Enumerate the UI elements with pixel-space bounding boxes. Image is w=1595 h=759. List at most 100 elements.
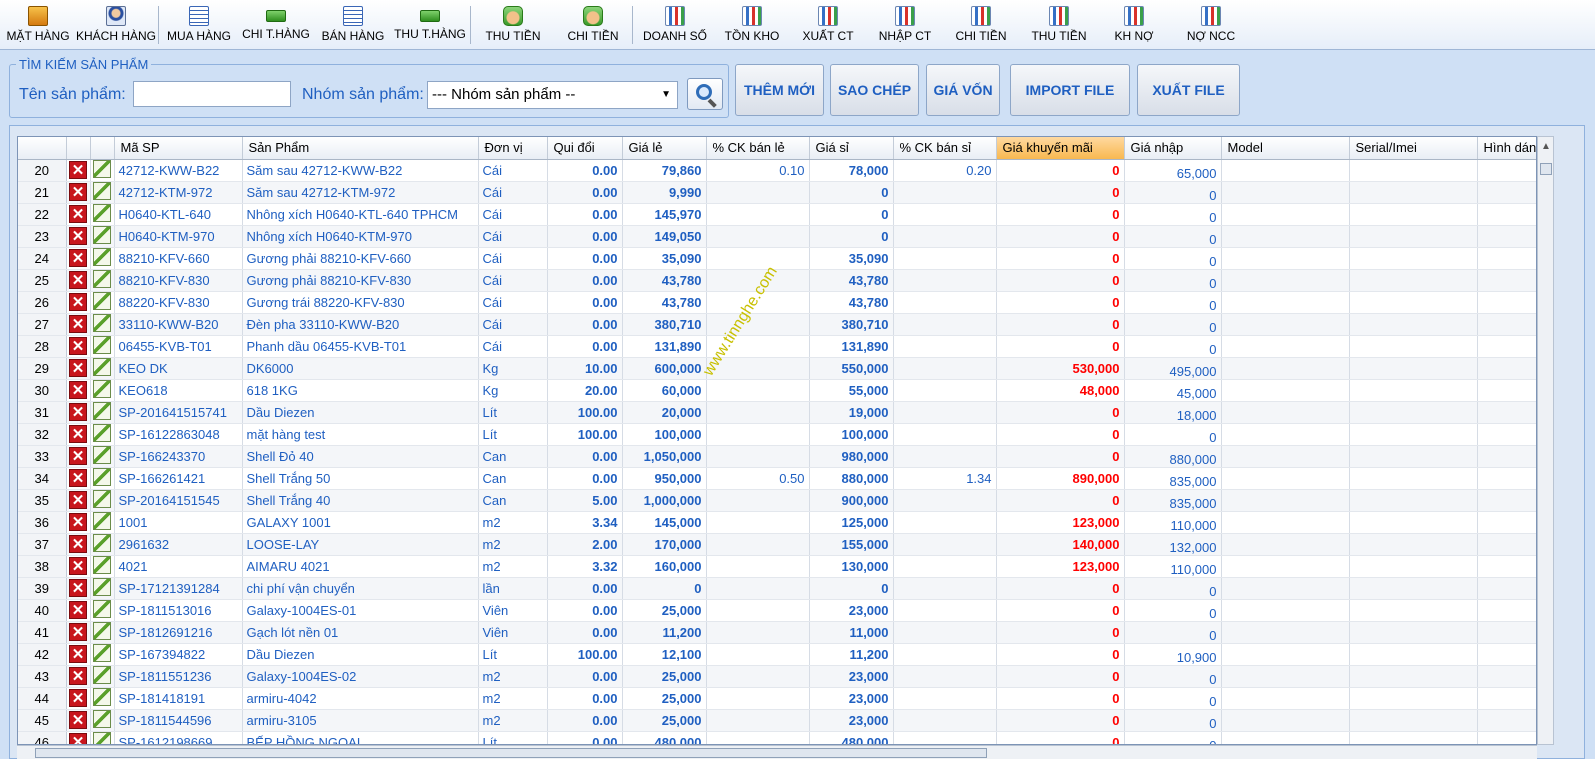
cell-code[interactable]: SP-1811513016 [114, 599, 243, 622]
toolbar-button-4[interactable]: CHI T.HÀNG [236, 4, 316, 46]
cell-conversion[interactable]: 0.00 [547, 621, 623, 644]
delete-icon[interactable]: ✕ [69, 645, 87, 663]
cell-model[interactable] [1221, 599, 1350, 622]
cell-retail-price[interactable]: 25,000 [622, 665, 707, 688]
row-number[interactable]: 39 [18, 577, 67, 600]
cell-name[interactable]: chi phí vận chuyển [242, 577, 479, 600]
select-all-corner[interactable] [18, 137, 67, 160]
cell-conversion[interactable]: 0.00 [547, 159, 623, 182]
cell-code[interactable]: H0640-KTM-970 [114, 225, 243, 248]
cell-conversion[interactable]: 0.00 [547, 577, 623, 600]
cell-retail-discount[interactable] [706, 269, 810, 292]
cell-wholesale-price[interactable]: 980,000 [809, 445, 894, 468]
cell-wholesale-price[interactable]: 23,000 [809, 599, 894, 622]
cell-serial[interactable] [1349, 665, 1478, 688]
edit-icon[interactable] [93, 313, 111, 332]
cell-retail-price[interactable]: 35,090 [622, 247, 707, 270]
row-number[interactable]: 23 [18, 225, 67, 248]
delete-icon[interactable]: ✕ [69, 513, 87, 531]
cell-wholesale-price[interactable]: 130,000 [809, 555, 894, 578]
cell-name[interactable]: Gương phải 88210-KFV-830 [242, 269, 479, 292]
cell-image[interactable] [1477, 181, 1536, 204]
cell-serial[interactable] [1349, 731, 1478, 744]
cell-promo-price[interactable]: 140,000 [996, 533, 1125, 556]
cell-image[interactable] [1477, 467, 1536, 490]
cell-retail-price[interactable]: 60,000 [622, 379, 707, 402]
cell-retail-discount[interactable] [706, 357, 810, 380]
delete-icon[interactable]: ✕ [69, 469, 87, 487]
table-row[interactable]: 43 ✕ SP-1811551236 Galaxy-1004ES-02 m2 0.00 25… [18, 665, 1536, 688]
cell-serial[interactable] [1349, 357, 1478, 380]
table-row[interactable]: 27 ✕ 33110-KWW-B20 Đèn pha 33110-KWW-B20 Cái… [18, 313, 1536, 336]
edit-icon[interactable] [93, 225, 111, 244]
cell-image[interactable] [1477, 247, 1536, 270]
cell-image[interactable] [1477, 621, 1536, 644]
cell-retail-discount[interactable] [706, 621, 810, 644]
cell-retail-price[interactable]: 1,000,000 [622, 489, 707, 512]
cell-model[interactable] [1221, 533, 1350, 556]
row-number[interactable]: 33 [18, 445, 67, 468]
cell-unit[interactable]: m2 [478, 665, 548, 688]
delete-icon[interactable]: ✕ [69, 403, 87, 421]
cell-model[interactable] [1221, 225, 1350, 248]
toolbar-button-13[interactable]: CHI TIỀN [950, 4, 1012, 46]
cell-retail-discount[interactable]: 0.50 [706, 467, 810, 490]
cell-unit[interactable]: Cái [478, 269, 548, 292]
toolbar-button-10[interactable]: TỒN KHO [720, 4, 784, 46]
cell-retail-price[interactable]: 25,000 [622, 709, 707, 732]
cell-promo-price[interactable]: 0 [996, 291, 1125, 314]
cell-conversion[interactable]: 0.00 [547, 467, 623, 490]
toolbar-button-6[interactable]: THU T.HÀNG [390, 4, 470, 46]
cell-model[interactable] [1221, 577, 1350, 600]
cell-unit[interactable]: Cái [478, 225, 548, 248]
export-file-button[interactable]: XUẤT FILE [1137, 64, 1240, 116]
cell-unit[interactable]: Lít [478, 401, 548, 424]
cell-model[interactable] [1221, 291, 1350, 314]
edit-icon[interactable] [93, 643, 111, 662]
cell-unit[interactable]: Lít [478, 643, 548, 666]
cell-retail-discount[interactable] [706, 709, 810, 732]
cell-serial[interactable] [1349, 599, 1478, 622]
cell-serial[interactable] [1349, 291, 1478, 314]
toolbar-button-9[interactable]: DOANH SỐ [642, 4, 708, 46]
cell-retail-price[interactable]: 1,050,000 [622, 445, 707, 468]
cell-code[interactable]: SP-166243370 [114, 445, 243, 468]
cell-image[interactable] [1477, 533, 1536, 556]
delete-icon[interactable]: ✕ [69, 447, 87, 465]
cell-code[interactable]: 88210-KFV-660 [114, 247, 243, 270]
col-header-name[interactable]: Sản Phẩm [242, 137, 479, 160]
edit-icon[interactable] [93, 511, 111, 530]
cell-name[interactable]: Phanh dầu 06455-KVB-T01 [242, 335, 479, 358]
cell-unit[interactable]: Cái [478, 247, 548, 270]
cell-serial[interactable] [1349, 401, 1478, 424]
cell-import-price[interactable]: 0 [1124, 291, 1222, 314]
cell-conversion[interactable]: 100.00 [547, 401, 623, 424]
cell-wholesale-price[interactable]: 380,710 [809, 313, 894, 336]
cell-wholesale-price[interactable]: 0 [809, 577, 894, 600]
cell-wholesale-price[interactable]: 880,000 [809, 467, 894, 490]
horizontal-scrollbar[interactable] [17, 745, 1537, 759]
row-number[interactable]: 45 [18, 709, 67, 732]
cell-code[interactable]: SP-1812691216 [114, 621, 243, 644]
cell-model[interactable] [1221, 687, 1350, 710]
cell-image[interactable] [1477, 555, 1536, 578]
cell-code[interactable]: SP-166261421 [114, 467, 243, 490]
cell-serial[interactable] [1349, 445, 1478, 468]
cell-promo-price[interactable]: 530,000 [996, 357, 1125, 380]
cell-retail-discount[interactable] [706, 665, 810, 688]
cell-model[interactable] [1221, 555, 1350, 578]
cell-promo-price[interactable]: 123,000 [996, 555, 1125, 578]
cell-import-price[interactable]: 18,000 [1124, 401, 1222, 424]
cell-image[interactable] [1477, 225, 1536, 248]
cell-import-price[interactable]: 0 [1124, 423, 1222, 446]
cell-image[interactable] [1477, 445, 1536, 468]
row-number[interactable]: 28 [18, 335, 67, 358]
delete-icon[interactable]: ✕ [69, 183, 87, 201]
cell-retail-discount[interactable] [706, 203, 810, 226]
cell-conversion[interactable]: 0.00 [547, 709, 623, 732]
cell-model[interactable] [1221, 709, 1350, 732]
edit-icon[interactable] [93, 599, 111, 618]
cell-wholesale-discount[interactable] [893, 203, 997, 226]
cell-retail-discount[interactable] [706, 313, 810, 336]
cell-retail-discount[interactable] [706, 225, 810, 248]
